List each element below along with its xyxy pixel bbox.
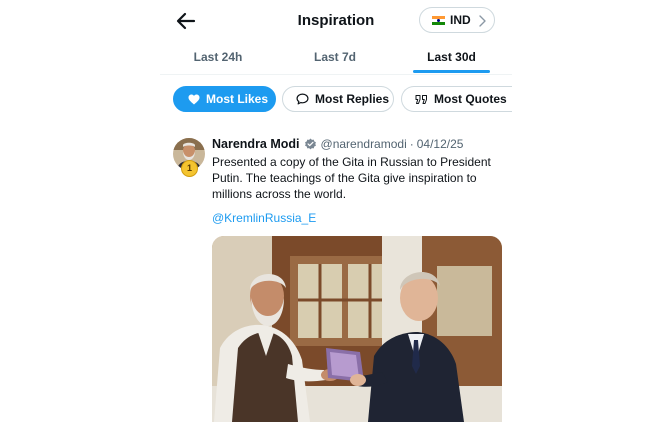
country-selector-button[interactable]: IND [419, 7, 495, 33]
filter-most-likes-button[interactable]: Most Likes [173, 86, 276, 112]
filter-label: Most Replies [315, 92, 390, 106]
filter-most-quotes-button[interactable]: Most Quotes [401, 86, 512, 112]
back-arrow-icon[interactable] [174, 9, 198, 33]
mention-link[interactable]: @KremlinRussia_E [212, 211, 316, 225]
photo-scene [212, 236, 502, 422]
speech-bubble-icon [296, 93, 309, 105]
filter-label: Most Likes [206, 92, 269, 106]
post-image[interactable] [212, 236, 502, 422]
country-label: IND [450, 13, 471, 27]
heart-icon [188, 94, 200, 104]
inspiration-panel: Inspiration IND Last 24h Last 7d Last 30… [160, 0, 512, 422]
post-date: 04/12/25 [416, 137, 464, 151]
post-header: Narendra Modi @narendramodi · 04/12/25 [212, 137, 463, 151]
header: Inspiration IND [160, 0, 512, 42]
india-flag-icon [432, 15, 445, 25]
tab-last-7d[interactable]: Last 7d [290, 42, 380, 74]
author-handle[interactable]: @narendramodi [321, 137, 407, 151]
chevron-right-icon [479, 15, 486, 27]
author-name[interactable]: Narendra Modi [212, 137, 300, 151]
verified-badge-icon [304, 138, 316, 149]
filter-label: Most Quotes [434, 92, 507, 106]
time-range-tabs: Last 24h Last 7d Last 30d [160, 42, 512, 75]
rank-badge: 1 [181, 160, 198, 177]
tab-last-24h[interactable]: Last 24h [174, 42, 262, 74]
filter-most-replies-button[interactable]: Most Replies [282, 86, 394, 112]
separator-dot: · [409, 137, 414, 151]
quote-icon [415, 94, 427, 104]
active-tab-indicator [413, 70, 490, 73]
post-text: Presented a copy of the Gita in Russian … [212, 155, 491, 201]
